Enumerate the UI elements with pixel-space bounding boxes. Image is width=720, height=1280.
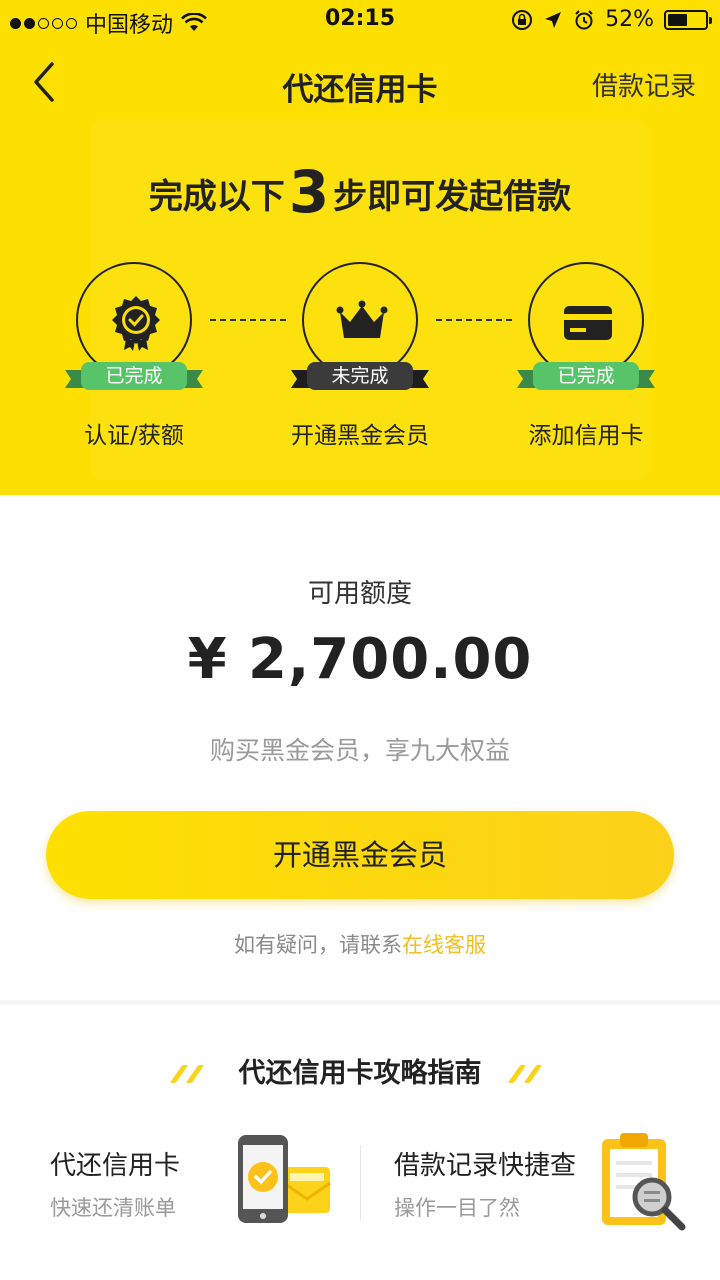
decor-slash-icon (507, 1065, 544, 1083)
step-label: 添加信用卡 (528, 423, 644, 449)
loan-records-link[interactable]: 借款记录 (592, 66, 696, 103)
steps-headline: 完成以下3 步即可发起借款 (0, 160, 720, 229)
guide-divider (360, 1145, 361, 1221)
badge-check-icon (112, 296, 160, 351)
rotation-lock-icon (512, 9, 533, 30)
help-text: 如有疑问，请联系在线客服 (0, 929, 720, 959)
phone-envelope-icon (238, 1135, 331, 1223)
step-status-ribbon: 已完成 (65, 362, 203, 392)
clipboard-search-icon (602, 1133, 686, 1231)
headline-number: 3 (288, 158, 330, 226)
step-label: 开通黑金会员 (291, 423, 429, 449)
guide-item-subtitle: 操作一目了然 (394, 1196, 520, 1220)
guide-item-subtitle: 快速还清账单 (50, 1196, 176, 1220)
step-circle (76, 262, 192, 378)
battery-percent: 52% (605, 7, 654, 32)
step-status: 已完成 (81, 362, 187, 390)
battery-icon (664, 9, 712, 30)
alarm-icon (575, 9, 593, 29)
step-status-ribbon: 未完成 (291, 362, 429, 392)
step-membership[interactable]: 未完成 开通黑金会员 (280, 262, 440, 450)
credit-limit-card: 可用额度 ¥ 2,700.00 购买黑金会员，享九大权益 开通黑金会员 如有疑问… (0, 495, 720, 1000)
step-circle (302, 262, 418, 378)
nav-bar: 代还信用卡 借款记录 (0, 40, 720, 124)
step-circle (528, 262, 644, 378)
available-limit-label: 可用额度 (307, 579, 412, 609)
header-banner: 中国移动 02:15 52% 代还信用卡 借款记录 完成以下3 步即可发起借款 … (0, 0, 720, 495)
headline-suffix: 步即可发起借款 (333, 177, 572, 217)
location-arrow-icon (545, 11, 562, 28)
step-connector (210, 319, 286, 321)
online-service-link[interactable]: 在线客服 (402, 933, 486, 957)
available-limit-amount: ¥ 2,700.00 (187, 627, 533, 692)
card-icon (564, 306, 612, 340)
step-connector (436, 319, 512, 321)
headline-prefix: 完成以下 (148, 177, 285, 217)
step-status-ribbon: 已完成 (517, 362, 655, 392)
guide-section: 代还信用卡攻略指南 代还信用卡 快速还清账单 借款记录快捷查 操作一目了然 (0, 1005, 720, 1280)
step-add-card[interactable]: 已完成 添加信用卡 (506, 262, 666, 450)
crown-icon (336, 300, 388, 338)
open-membership-button[interactable]: 开通黑金会员 (46, 811, 674, 899)
guide-item-title: 代还信用卡 (50, 1151, 181, 1181)
status-bar: 中国移动 02:15 52% (0, 0, 720, 40)
step-status: 未完成 (307, 362, 413, 390)
guide-title: 代还信用卡攻略指南 (238, 1058, 482, 1089)
help-prefix: 如有疑问，请联系 (234, 933, 402, 957)
step-verification[interactable]: 已完成 认证/获额 (54, 262, 214, 450)
membership-promo-text: 购买黑金会员，享九大权益 (209, 736, 510, 765)
step-status: 已完成 (533, 362, 639, 390)
guide-item-title: 借款记录快捷查 (394, 1151, 577, 1181)
guide-item-records[interactable]: 借款记录快捷查 操作一目了然 (394, 1145, 576, 1222)
step-label: 认证/获额 (84, 423, 184, 449)
guide-item-repay[interactable]: 代还信用卡 快速还清账单 (50, 1145, 180, 1222)
